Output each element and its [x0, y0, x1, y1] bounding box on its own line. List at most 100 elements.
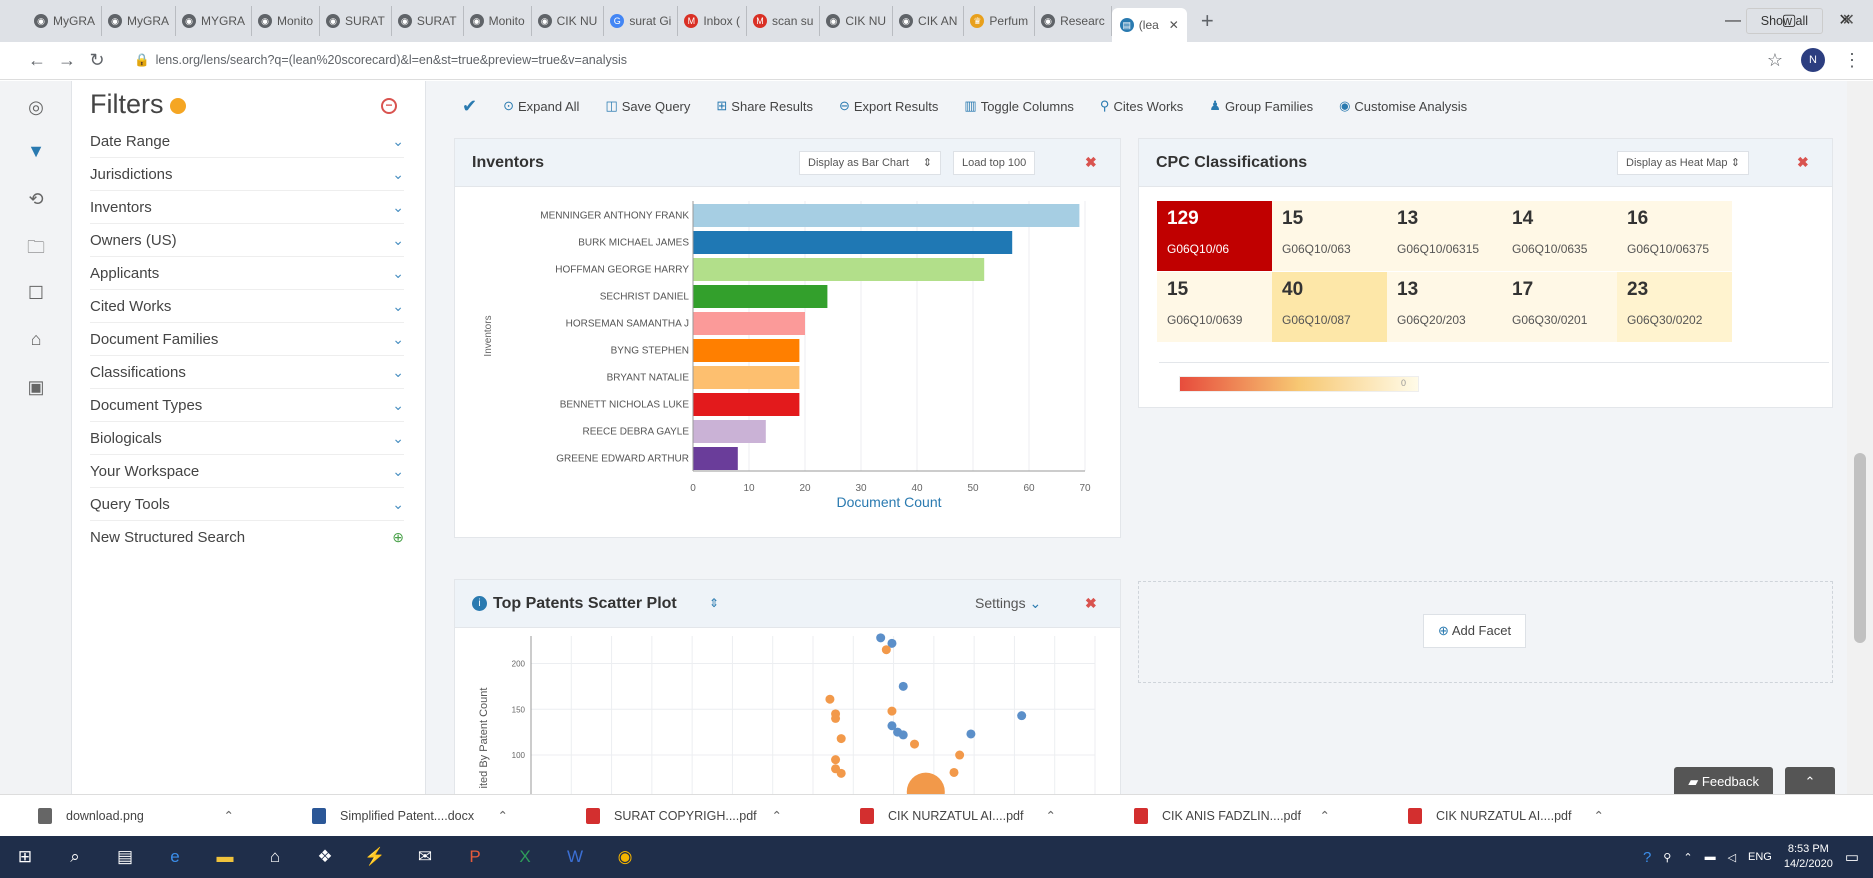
browser-tab[interactable]: ◉ MYGRA	[176, 6, 253, 36]
filter-item[interactable]: Classifications ⌄	[90, 356, 404, 389]
browser-tab[interactable]: Gsurat Gi	[604, 6, 679, 36]
scatter-point[interactable]	[881, 645, 891, 655]
store-icon[interactable]: ⌂	[250, 836, 300, 878]
edge-icon[interactable]: e	[150, 836, 200, 878]
bookmark-star-icon[interactable]: ☆	[1767, 50, 1783, 71]
filter-item[interactable]: Owners (US) ⌄	[90, 224, 404, 257]
back-arrow-icon[interactable]: ←	[22, 50, 52, 71]
browser-tab[interactable]: ▤ (lea ✕	[1111, 8, 1187, 42]
show-all-downloads-button[interactable]: Show all	[1745, 8, 1823, 34]
browser-tab[interactable]: ◉ Monito	[464, 6, 532, 36]
reload-icon[interactable]: ↻	[82, 50, 112, 71]
people-icon[interactable]: ⚲	[1663, 851, 1671, 864]
scroll-to-top-button[interactable]: ⌃	[1785, 767, 1835, 794]
filter-item[interactable]: Inventors ⌄	[90, 191, 404, 224]
inventors-display-select[interactable]: Display as Bar Chart ⇕	[799, 151, 941, 175]
cpc-display-select[interactable]: Display as Heat Map ⇕	[1617, 151, 1749, 175]
heat-map-cell[interactable]: 14 G06Q10/0635	[1502, 201, 1617, 271]
add-facet-button[interactable]: ⊕ Add Facet	[1423, 614, 1527, 648]
heat-map-cell[interactable]: 40 G06Q10/087	[1272, 272, 1387, 342]
settings-dropdown[interactable]: Settings ⌄	[967, 592, 1049, 616]
chevron-up-icon[interactable]: ⌃	[1320, 808, 1330, 823]
filter-item[interactable]: Your Workspace ⌄	[90, 455, 404, 488]
url-field[interactable]: 🔒 lens.org/lens/search?q=(lean%20scorecar…	[134, 53, 627, 68]
heat-map-cell[interactable]: 15 G06Q10/063	[1272, 201, 1387, 271]
filter-item[interactable]: Applicants ⌄	[90, 257, 404, 290]
browser-tab[interactable]: ◉ MyGRA	[102, 6, 176, 36]
toolbar-button[interactable]: ♟ Group Families	[1209, 98, 1313, 114]
toolbar-button[interactable]: ⚲ Cites Works	[1100, 98, 1183, 114]
toolbar-button[interactable]: ◉ Customise Analysis	[1339, 98, 1467, 114]
powerpoint-icon[interactable]: P	[450, 836, 500, 878]
browser-tab[interactable]: ◉ CIK NU	[820, 6, 894, 36]
tray-chevron-icon[interactable]: ⌃	[1683, 851, 1692, 864]
scatter-point[interactable]	[966, 729, 976, 739]
scatter-point[interactable]	[836, 734, 846, 744]
heat-map-cell[interactable]: 13 G06Q20/203	[1387, 272, 1502, 342]
scatter-point[interactable]	[876, 633, 886, 643]
download-item[interactable]: CIK NURZATUL AI....pdf ⌃	[822, 795, 1096, 837]
volume-icon[interactable]: ◁	[1728, 851, 1736, 864]
scatter-point[interactable]	[898, 681, 908, 691]
filter-item[interactable]: Date Range ⌄	[90, 125, 404, 158]
download-item[interactable]: download.png ⌃	[0, 795, 274, 837]
browser-tab[interactable]: Mscan su	[747, 6, 821, 36]
download-item[interactable]: CIK ANIS FADZLIN....pdf ⌃	[1096, 795, 1370, 837]
scatter-point[interactable]	[898, 730, 908, 740]
chevron-up-icon[interactable]: ⌃	[224, 808, 234, 823]
toolbar-button[interactable]: ⊙ Expand All	[503, 98, 579, 114]
task-view-icon[interactable]: ▤	[100, 836, 150, 878]
forward-arrow-icon[interactable]: →	[52, 50, 82, 71]
browser-tab[interactable]: ♛ Perfum	[964, 6, 1036, 36]
notifications-icon[interactable]: ▭	[1845, 848, 1859, 866]
browser-tab[interactable]: M Inbox (	[678, 6, 748, 36]
browser-tab[interactable]: ◉ SURAT	[320, 6, 392, 36]
save-icon[interactable]: ▣	[24, 375, 48, 399]
chevron-up-icon[interactable]: ⌃	[1594, 808, 1604, 823]
bar[interactable]	[693, 339, 800, 362]
close-downloads-icon[interactable]: ✕	[1842, 10, 1855, 30]
chrome-icon[interactable]: ◉	[600, 836, 650, 878]
scatter-point[interactable]	[836, 768, 846, 778]
browser-tab[interactable]: ◉ SURAT	[392, 6, 464, 36]
tag-icon[interactable]: ⌂	[24, 327, 48, 351]
mail-icon[interactable]: ✉	[400, 836, 450, 878]
filter-item[interactable]: Document Types ⌄	[90, 389, 404, 422]
bar[interactable]	[693, 312, 805, 335]
remove-inventors-icon[interactable]: ✖	[1085, 154, 1097, 171]
remove-cpc-icon[interactable]: ✖	[1797, 154, 1809, 171]
word-icon[interactable]: W	[550, 836, 600, 878]
heat-map-cell[interactable]: 23 G06Q30/0202	[1617, 272, 1732, 342]
bar[interactable]	[693, 231, 1013, 254]
title-toggle-icon[interactable]: ⇕	[709, 596, 719, 610]
browser-tab[interactable]: ◉ MyGRA	[28, 6, 102, 36]
browser-tab[interactable]: ◉ Monito	[252, 6, 321, 36]
chevron-up-icon[interactable]: ⌃	[772, 808, 782, 823]
bar[interactable]	[693, 420, 766, 443]
browser-tab[interactable]: ◉ CIK AN	[893, 6, 965, 36]
bar[interactable]	[693, 285, 828, 308]
collapse-icon[interactable]: ◎	[24, 95, 48, 119]
menu-dots-icon[interactable]: ⋮	[1843, 50, 1861, 71]
filters-info-icon[interactable]	[169, 97, 186, 114]
scatter-point[interactable]	[1017, 711, 1027, 721]
chevron-up-icon[interactable]: ⌃	[1046, 808, 1056, 823]
search-icon[interactable]: ⌕	[50, 836, 100, 878]
scatter-point[interactable]	[910, 739, 920, 749]
download-item[interactable]: SURAT COPYRIGH....pdf ⌃	[548, 795, 822, 837]
folder-icon[interactable]: 🗀	[24, 235, 48, 259]
bar[interactable]	[693, 393, 800, 416]
note-icon[interactable]: ☐	[24, 281, 48, 305]
toolbar-button[interactable]: ◫ Save Query	[605, 98, 690, 114]
check-icon[interactable]: ✔	[462, 96, 477, 117]
filter-item[interactable]: Cited Works ⌄	[90, 290, 404, 323]
scatter-point[interactable]	[825, 694, 835, 704]
browser-tab[interactable]: ◉ Researc	[1035, 6, 1112, 36]
download-item[interactable]: Simplified Patent....docx ⌃	[274, 795, 548, 837]
new-tab-icon[interactable]: +	[1201, 8, 1214, 34]
browser-tab[interactable]: ◉ CIK NU	[532, 6, 605, 36]
excel-icon[interactable]: X	[500, 836, 550, 878]
info-icon[interactable]: i	[472, 596, 487, 611]
scrollbar-thumb[interactable]	[1854, 453, 1866, 643]
file-explorer-icon[interactable]: ▬	[200, 836, 250, 878]
